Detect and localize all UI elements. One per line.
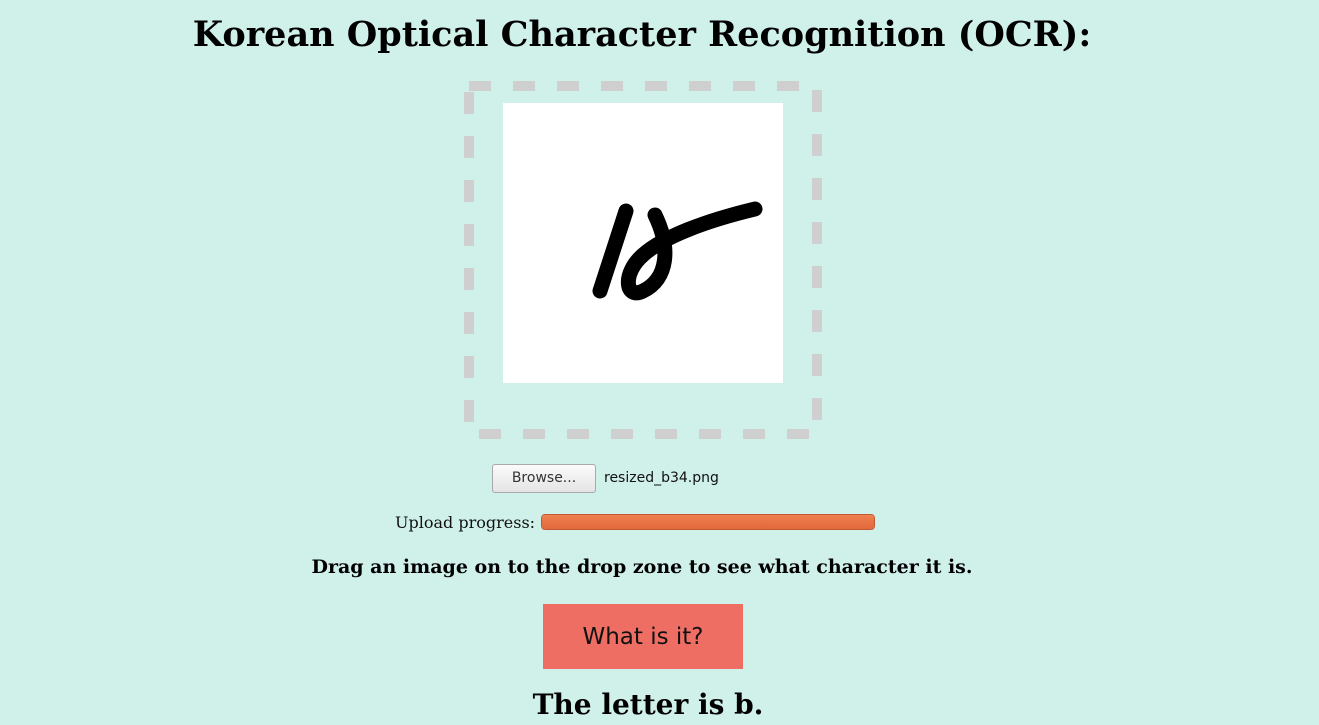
- browse-button[interactable]: Browse...: [492, 463, 596, 493]
- file-name: resized_b34.png: [604, 470, 719, 486]
- upload-progress-row: Upload progress:: [395, 510, 876, 534]
- result-text: The letter is b.: [532, 688, 764, 721]
- drop-zone[interactable]: [464, 81, 822, 439]
- upload-progress-fill: [542, 515, 875, 529]
- upload-progress-label: Upload progress:: [395, 512, 536, 532]
- page-title: Korean Optical Character Recognition (OC…: [192, 14, 1092, 55]
- what-is-it-button[interactable]: What is it?: [543, 604, 743, 669]
- file-input: Browse... resized_b34.png: [492, 463, 719, 493]
- preview-image: [503, 103, 783, 383]
- upload-progress-bar: [541, 514, 876, 530]
- instructions-text: Drag an image on to the drop zone to see…: [311, 556, 973, 578]
